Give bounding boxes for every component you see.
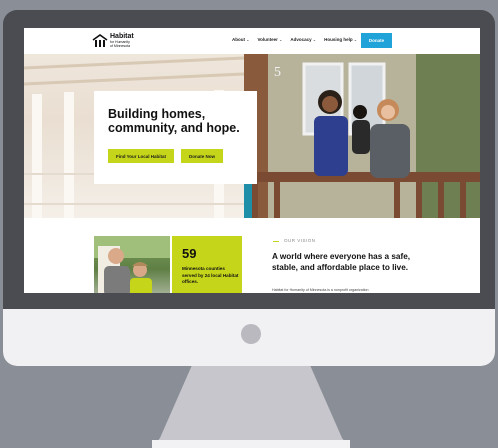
monitor-logo-dot xyxy=(241,324,261,344)
donate-button[interactable]: Donate xyxy=(361,33,392,48)
top-nav: Habitat for Humanity of Minnesota About … xyxy=(24,28,480,54)
hero-section: 5 Building homes, community, and hope. F… xyxy=(24,54,480,218)
vision-label: OUR VISION xyxy=(284,238,316,243)
house-number: 5 xyxy=(274,65,281,80)
hero-family-photo: 5 xyxy=(244,54,480,218)
vision-section: 59 Minnesota counties served by 24 local… xyxy=(24,218,480,293)
couple-illustration xyxy=(94,236,170,293)
menu-item-volunteer[interactable]: Volunteer xyxy=(257,37,282,42)
menu-item-housing-help[interactable]: Housing help xyxy=(324,37,357,42)
logo-wordmark: Habitat for Humanity of Minnesota xyxy=(110,33,134,48)
monitor-stand-base xyxy=(152,440,350,448)
vision-heading: A world where everyone has a safe, stabl… xyxy=(272,252,411,272)
stat-description: Minnesota counties served by 24 local Ha… xyxy=(182,266,239,284)
vision-accent-line xyxy=(273,241,279,242)
stats-card: 59 Minnesota counties served by 24 local… xyxy=(172,236,242,293)
main-menu: About Volunteer Advocacy Housing help xyxy=(232,37,357,42)
donate-now-button[interactable]: Donate Now xyxy=(181,149,223,163)
habitat-logo[interactable]: Habitat for Humanity of Minnesota xyxy=(92,32,134,50)
house-logo-icon xyxy=(92,34,108,47)
family-porch-illustration: 5 xyxy=(244,54,480,218)
monitor-stand xyxy=(152,366,350,448)
logo-line-3: of Minnesota xyxy=(110,44,131,48)
hero-title: Building homes, community, and hope. xyxy=(108,107,240,135)
couple-photo xyxy=(94,236,170,293)
website-screen: Habitat for Humanity of Minnesota About … xyxy=(24,28,480,293)
hero-card: Building homes, community, and hope. Fin… xyxy=(94,91,257,184)
find-local-habitat-button[interactable]: Find Your Local Habitat xyxy=(108,149,174,163)
stat-number: 59 xyxy=(182,246,197,261)
menu-item-advocacy[interactable]: Advocacy xyxy=(290,37,316,42)
menu-item-about[interactable]: About xyxy=(232,37,249,42)
vision-body-text: Habitat for Humanity of Minnesota is a n… xyxy=(272,288,369,292)
